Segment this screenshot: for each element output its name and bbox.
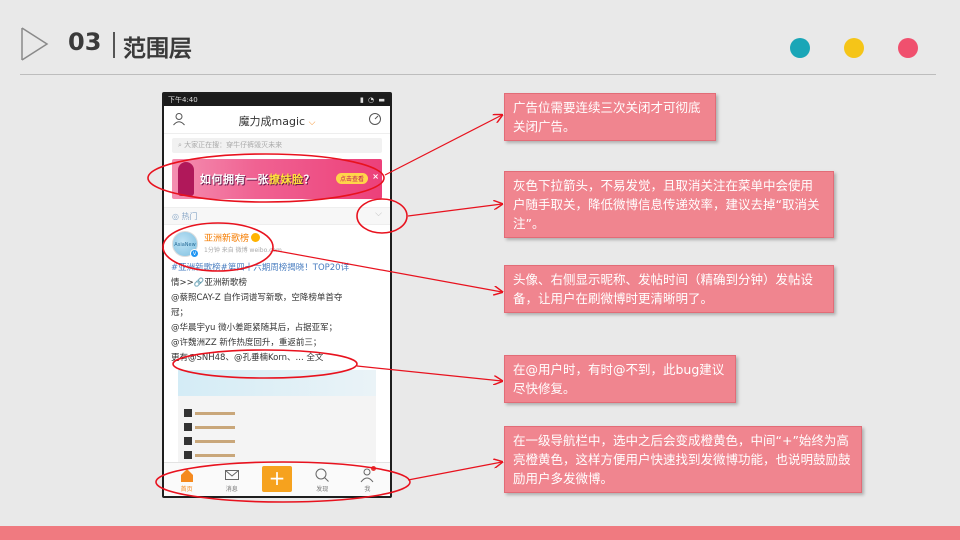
arrow-dropdown bbox=[407, 204, 502, 217]
ad-banner[interactable]: 如何拥有一张撩妹脸？ 点击查看 × bbox=[172, 159, 382, 199]
yellow-dot bbox=[844, 38, 864, 58]
image-row bbox=[184, 444, 274, 459]
post-header: AsiaNew v 亚洲新歌榜 1分钟 来自 微博 weibo.com bbox=[170, 231, 384, 261]
note-dropdown: 灰色下拉箭头，不易发觉，且取消关注在菜单中会使用户随手取关，降低微博信息传递效率… bbox=[504, 171, 834, 238]
ad-cta-button[interactable]: 点击查看 bbox=[335, 173, 368, 184]
chevron-down-icon: ⌵ bbox=[308, 118, 316, 128]
section-number: 03 bbox=[68, 28, 102, 56]
play-outline-icon bbox=[21, 27, 49, 61]
post-line: 情>>🔗亚洲新歌榜 bbox=[171, 278, 247, 288]
search-icon bbox=[315, 468, 330, 482]
note-avatar: 头像、右侧显示昵称、发帖时间（精确到分钟）发帖设备，让用户在刷微博时更清晰明了。 bbox=[504, 265, 834, 313]
header-divider bbox=[20, 74, 936, 75]
title-divider bbox=[113, 32, 115, 58]
note-mention: 在@用户时，有时@不到，此bug建议尽快修复。 bbox=[504, 355, 736, 403]
mail-icon bbox=[224, 470, 239, 480]
search-icon: ⌕ bbox=[178, 141, 182, 149]
verified-icon: v bbox=[190, 249, 199, 258]
app-top-nav: 魔力成magic ⌵ bbox=[164, 106, 390, 134]
note-tabbar: 在一级导航栏中，选中之后会变成橙黄色，中间“+”始终为高亮橙黄色，这样方便用户快… bbox=[504, 426, 862, 493]
status-icons: ▮ ◔ ▬ bbox=[359, 96, 386, 104]
radar-icon[interactable] bbox=[368, 112, 382, 126]
tab-compose[interactable]: + bbox=[254, 463, 299, 496]
ad-figure bbox=[178, 162, 194, 196]
post-line[interactable]: #亚洲新歌榜#第四十六期周榜揭晓！TOP20详 bbox=[171, 261, 383, 276]
image-header bbox=[178, 370, 376, 396]
notification-dot bbox=[371, 466, 377, 471]
post-line: @华晨宇yu 微小差距紧随其后，占据亚军； bbox=[171, 323, 338, 333]
image-row bbox=[184, 416, 274, 431]
status-bar: 下午4:40 ▮ ◔ ▬ bbox=[164, 94, 390, 106]
post-line: @许魏洲ZZ 新作热度回升，重返前三； bbox=[171, 338, 322, 348]
post-line: 冠； bbox=[171, 308, 189, 318]
hot-section-header: ◎ 热门 ⌵ bbox=[164, 207, 390, 225]
note-ad: 广告位需要连续三次关闭才可彻底关闭广告。 bbox=[504, 93, 716, 141]
post-meta: 1分钟 来自 微博 weibo.com bbox=[204, 247, 282, 254]
post-image[interactable] bbox=[178, 370, 376, 462]
vip-badge-icon bbox=[251, 233, 261, 242]
ad-text: 如何拥有一张撩妹脸？ bbox=[200, 173, 315, 186]
pink-dot bbox=[898, 38, 918, 58]
post-line: @蔡照CAY-Z 自作词谱写新歌，空降榜单首夺 bbox=[171, 293, 343, 303]
tab-me[interactable]: 我 bbox=[345, 463, 390, 496]
post-line: 更有@SNH48、@孔垂楠Korn、... 全文 bbox=[171, 353, 324, 363]
home-icon bbox=[180, 469, 193, 482]
app-name[interactable]: 魔力成magic ⌵ bbox=[164, 113, 390, 129]
tab-home[interactable]: 首页 bbox=[164, 463, 209, 496]
post-nickname[interactable]: 亚洲新歌榜 bbox=[204, 231, 261, 244]
hot-label: ◎ 热门 bbox=[172, 212, 198, 221]
image-row bbox=[184, 402, 274, 417]
arrow-ad bbox=[384, 115, 502, 176]
plus-icon: + bbox=[262, 466, 292, 492]
search-input[interactable]: ⌕ 大家正在搜：穿牛仔裤毁灭未来 bbox=[172, 138, 382, 153]
teal-dot bbox=[790, 38, 810, 58]
arrow-tabbar bbox=[407, 462, 502, 481]
status-time: 下午4:40 bbox=[168, 96, 198, 104]
bottom-tab-bar: 首页 消息 + 发现 我 bbox=[164, 462, 390, 496]
weibo-post: AsiaNew v 亚洲新歌榜 1分钟 来自 微博 weibo.com #亚洲新… bbox=[164, 225, 390, 462]
search-placeholder: 大家正在搜：穿牛仔裤毁灭未来 bbox=[184, 141, 283, 149]
slide: 03 范围层 下午4:40 ▮ ◔ ▬ 魔力成magic ⌵ ⌕ 大家正在搜：穿… bbox=[0, 0, 960, 540]
ad-close-icon[interactable]: × bbox=[372, 172, 379, 181]
dropdown-arrow-icon[interactable]: ⌵ bbox=[375, 209, 382, 219]
tab-messages[interactable]: 消息 bbox=[209, 463, 254, 496]
phone-screenshot: 下午4:40 ▮ ◔ ▬ 魔力成magic ⌵ ⌕ 大家正在搜：穿牛仔裤毁灭未来… bbox=[162, 92, 392, 498]
footer-bar bbox=[0, 526, 960, 540]
tab-discover[interactable]: 发现 bbox=[300, 463, 345, 496]
page-title: 范围层 bbox=[123, 36, 192, 62]
post-body: #亚洲新歌榜#第四十六期周榜揭晓！TOP20详 情>>🔗亚洲新歌榜 @蔡照CAY… bbox=[170, 261, 384, 366]
image-row bbox=[184, 430, 274, 445]
